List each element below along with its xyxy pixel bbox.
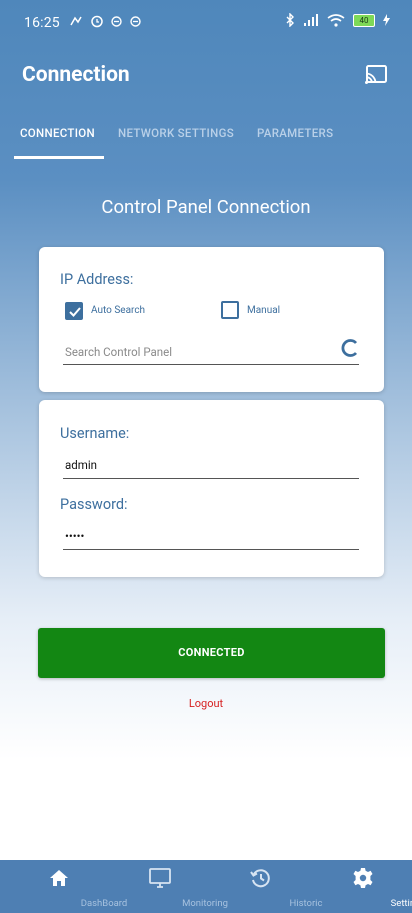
ip-address-card: IP Address: Auto Search Manual Search Co…	[39, 247, 384, 392]
home-icon	[50, 870, 68, 886]
search-control-panel-input[interactable]: Search Control Panel	[63, 342, 359, 365]
status-right-icons: 40	[285, 13, 390, 27]
cast-icon[interactable]	[364, 64, 388, 86]
credentials-card: Username: admin Password: •••••	[39, 400, 384, 577]
refresh-icon[interactable]	[340, 338, 360, 358]
notification-icon	[70, 16, 82, 26]
section-heading: Control Panel Connection	[101, 196, 311, 218]
battery-icon: 40	[353, 13, 375, 27]
username-field[interactable]: admin	[63, 456, 359, 479]
auto-search-checkbox[interactable]	[65, 302, 83, 320]
sim-icon	[130, 16, 141, 27]
search-placeholder: Search Control Panel	[65, 345, 173, 359]
status-bar: 16:25 40	[0, 0, 412, 48]
password-value: •••••	[65, 529, 85, 543]
auto-search-label: Auto Search	[91, 305, 146, 316]
password-field[interactable]: •••••	[63, 527, 359, 550]
tab-network-settings[interactable]: NETWORK SETTINGS	[118, 126, 234, 140]
sim-icon	[111, 16, 123, 27]
tab-parameters[interactable]: PARAMETERS	[257, 126, 333, 140]
page-title: Connection	[22, 63, 130, 87]
nav-settings-label: Settings	[390, 898, 412, 909]
ip-address-label: IP Address:	[60, 271, 134, 288]
tab-bar: CONNECTION NETWORK SETTINGS PARAMETERS	[0, 120, 412, 160]
app-bar: Connection	[0, 48, 412, 104]
history-icon	[250, 869, 270, 888]
nav-historic[interactable]: Historic	[216, 860, 322, 913]
alarm-icon	[91, 15, 103, 28]
nav-settings[interactable]: Settings	[318, 860, 412, 913]
gear-icon	[353, 868, 373, 888]
username-value: admin	[65, 458, 97, 472]
nav-monitoring[interactable]: Monitoring	[115, 860, 228, 913]
status-left-icons	[69, 14, 141, 32]
tab-indicator	[14, 156, 104, 159]
manual-label: Manual	[247, 305, 281, 316]
connected-button[interactable]: CONNECTED	[38, 628, 385, 678]
charging-icon	[383, 14, 390, 26]
bottom-navigation: DashBoard Monitoring Historic Settings	[0, 860, 412, 913]
status-time: 16:25	[24, 15, 60, 31]
nav-dashboard[interactable]: DashBoard	[14, 860, 127, 913]
manual-checkbox[interactable]	[221, 301, 239, 319]
logout-link[interactable]: Logout	[0, 697, 412, 710]
check-icon	[69, 307, 81, 317]
bluetooth-icon	[286, 13, 294, 27]
monitor-icon	[149, 868, 171, 888]
username-label: Username:	[60, 425, 130, 442]
wifi-icon	[327, 13, 345, 27]
signal-icon	[304, 14, 318, 26]
tab-connection[interactable]: CONNECTION	[20, 126, 95, 140]
password-label: Password:	[60, 496, 128, 513]
